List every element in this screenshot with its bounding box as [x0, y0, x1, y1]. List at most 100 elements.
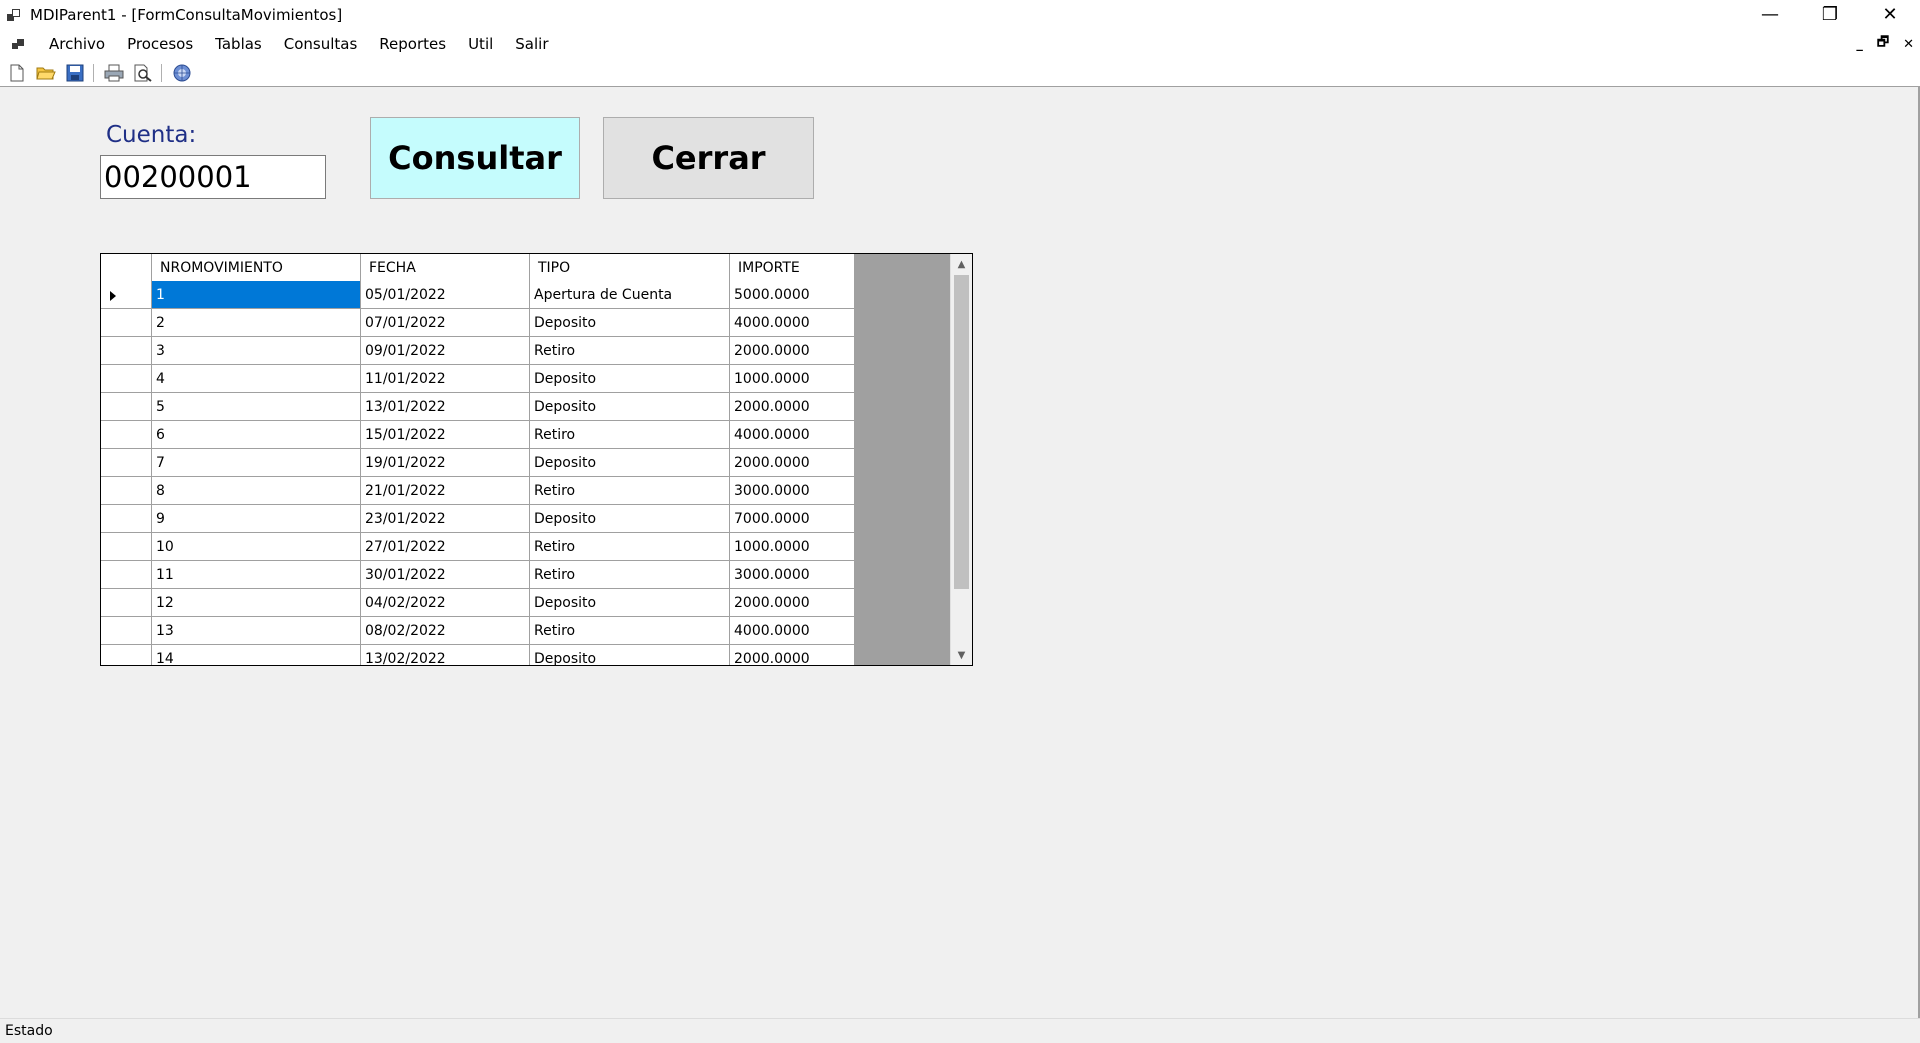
- cell-nromovimiento[interactable]: 1: [152, 281, 361, 309]
- close-button[interactable]: ✕: [1860, 0, 1920, 29]
- cell-nromovimiento[interactable]: 9: [152, 505, 361, 533]
- cell-tipo[interactable]: Deposito: [530, 589, 730, 617]
- menu-consultas[interactable]: Consultas: [273, 29, 369, 59]
- column-header-importe[interactable]: IMPORTE: [730, 254, 855, 282]
- cell-tipo[interactable]: Retiro: [530, 533, 730, 561]
- minimize-button[interactable]: —: [1740, 0, 1800, 29]
- row-header[interactable]: [101, 505, 152, 533]
- cell-tipo[interactable]: Deposito: [530, 449, 730, 477]
- cell-nromovimiento[interactable]: 5: [152, 393, 361, 421]
- cell-fecha[interactable]: 19/01/2022: [361, 449, 530, 477]
- cell-fecha[interactable]: 15/01/2022: [361, 421, 530, 449]
- table-row[interactable]: 5 13/01/2022 Deposito 2000.0000: [101, 393, 855, 421]
- cell-importe[interactable]: 2000.0000: [730, 337, 855, 365]
- table-row[interactable]: 4 11/01/2022 Deposito 1000.0000: [101, 365, 855, 393]
- cell-importe[interactable]: 4000.0000: [730, 617, 855, 645]
- cell-importe[interactable]: 1000.0000: [730, 365, 855, 393]
- row-header[interactable]: [101, 617, 152, 645]
- restore-button[interactable]: ❐: [1800, 0, 1860, 29]
- cell-importe[interactable]: 7000.0000: [730, 505, 855, 533]
- cell-nromovimiento[interactable]: 8: [152, 477, 361, 505]
- cell-nromovimiento[interactable]: 6: [152, 421, 361, 449]
- open-icon[interactable]: [34, 62, 58, 84]
- cell-tipo[interactable]: Deposito: [530, 505, 730, 533]
- cell-tipo[interactable]: Retiro: [530, 421, 730, 449]
- column-header-fecha[interactable]: FECHA: [361, 254, 530, 282]
- scroll-down-icon[interactable]: ▼: [951, 645, 972, 665]
- cell-importe[interactable]: 2000.0000: [730, 589, 855, 617]
- row-header[interactable]: [101, 449, 152, 477]
- row-header[interactable]: [101, 589, 152, 617]
- cell-fecha[interactable]: 09/01/2022: [361, 337, 530, 365]
- table-row[interactable]: 11 30/01/2022 Retiro 3000.0000: [101, 561, 855, 589]
- cell-tipo[interactable]: Apertura de Cuenta: [530, 281, 730, 309]
- cell-importe[interactable]: 2000.0000: [730, 645, 855, 665]
- cell-nromovimiento[interactable]: 11: [152, 561, 361, 589]
- cell-fecha[interactable]: 13/02/2022: [361, 645, 530, 665]
- cell-fecha[interactable]: 23/01/2022: [361, 505, 530, 533]
- cell-nromovimiento[interactable]: 7: [152, 449, 361, 477]
- table-row[interactable]: 6 15/01/2022 Retiro 4000.0000: [101, 421, 855, 449]
- cell-fecha[interactable]: 08/02/2022: [361, 617, 530, 645]
- table-row[interactable]: 1 05/01/2022 Apertura de Cuenta 5000.0000: [101, 281, 855, 309]
- menu-util[interactable]: Util: [457, 29, 504, 59]
- row-header[interactable]: [101, 393, 152, 421]
- cell-fecha[interactable]: 05/01/2022: [361, 281, 530, 309]
- cell-fecha[interactable]: 07/01/2022: [361, 309, 530, 337]
- row-header[interactable]: [101, 309, 152, 337]
- menu-procesos[interactable]: Procesos: [116, 29, 204, 59]
- cell-importe[interactable]: 4000.0000: [730, 309, 855, 337]
- cell-fecha[interactable]: 27/01/2022: [361, 533, 530, 561]
- cuenta-input[interactable]: 00200001: [100, 155, 326, 199]
- row-header[interactable]: [101, 477, 152, 505]
- table-row[interactable]: 9 23/01/2022 Deposito 7000.0000: [101, 505, 855, 533]
- cell-nromovimiento[interactable]: 10: [152, 533, 361, 561]
- row-header[interactable]: [101, 533, 152, 561]
- table-row[interactable]: 8 21/01/2022 Retiro 3000.0000: [101, 477, 855, 505]
- grid-vertical-scrollbar[interactable]: ▲ ▼: [950, 254, 972, 665]
- movimientos-grid[interactable]: NROMOVIMIENTO FECHA TIPO IMPORTE 1 05/01/…: [100, 253, 973, 666]
- cell-tipo[interactable]: Retiro: [530, 477, 730, 505]
- help-icon[interactable]: [170, 62, 194, 84]
- cell-nromovimiento[interactable]: 14: [152, 645, 361, 665]
- consultar-button[interactable]: Consultar: [370, 117, 580, 199]
- new-icon[interactable]: [5, 62, 29, 84]
- cell-importe[interactable]: 2000.0000: [730, 393, 855, 421]
- cell-tipo[interactable]: Deposito: [530, 309, 730, 337]
- table-row[interactable]: 12 04/02/2022 Deposito 2000.0000: [101, 589, 855, 617]
- table-row[interactable]: 7 19/01/2022 Deposito 2000.0000: [101, 449, 855, 477]
- scroll-up-icon[interactable]: ▲: [951, 254, 972, 274]
- cell-nromovimiento[interactable]: 13: [152, 617, 361, 645]
- cell-nromovimiento[interactable]: 12: [152, 589, 361, 617]
- cell-tipo[interactable]: Retiro: [530, 337, 730, 365]
- cell-fecha[interactable]: 21/01/2022: [361, 477, 530, 505]
- cell-tipo[interactable]: Deposito: [530, 645, 730, 665]
- cell-nromovimiento[interactable]: 4: [152, 365, 361, 393]
- table-row[interactable]: 10 27/01/2022 Retiro 1000.0000: [101, 533, 855, 561]
- table-row[interactable]: 3 09/01/2022 Retiro 2000.0000: [101, 337, 855, 365]
- mdi-close-button[interactable]: ✕: [1903, 37, 1914, 52]
- cell-fecha[interactable]: 04/02/2022: [361, 589, 530, 617]
- print-preview-icon[interactable]: [131, 62, 155, 84]
- cell-importe[interactable]: 1000.0000: [730, 533, 855, 561]
- mdi-minimize-button[interactable]: _: [1856, 37, 1863, 52]
- table-row[interactable]: 2 07/01/2022 Deposito 4000.0000: [101, 309, 855, 337]
- row-header[interactable]: [101, 561, 152, 589]
- mdi-restore-button[interactable]: 🗗: [1877, 33, 1889, 55]
- cell-fecha[interactable]: 13/01/2022: [361, 393, 530, 421]
- cell-fecha[interactable]: 11/01/2022: [361, 365, 530, 393]
- row-header[interactable]: [101, 421, 152, 449]
- cerrar-button[interactable]: Cerrar: [603, 117, 814, 199]
- cell-fecha[interactable]: 30/01/2022: [361, 561, 530, 589]
- column-header-nromovimiento[interactable]: NROMOVIMIENTO: [152, 254, 361, 282]
- menu-tablas[interactable]: Tablas: [204, 29, 273, 59]
- cell-nromovimiento[interactable]: 3: [152, 337, 361, 365]
- cell-tipo[interactable]: Deposito: [530, 365, 730, 393]
- cell-tipo[interactable]: Retiro: [530, 561, 730, 589]
- cell-importe[interactable]: 2000.0000: [730, 449, 855, 477]
- row-header[interactable]: [101, 337, 152, 365]
- mdi-child-icon[interactable]: [12, 38, 24, 50]
- table-row[interactable]: 13 08/02/2022 Retiro 4000.0000: [101, 617, 855, 645]
- cell-tipo[interactable]: Deposito: [530, 393, 730, 421]
- row-header[interactable]: [101, 365, 152, 393]
